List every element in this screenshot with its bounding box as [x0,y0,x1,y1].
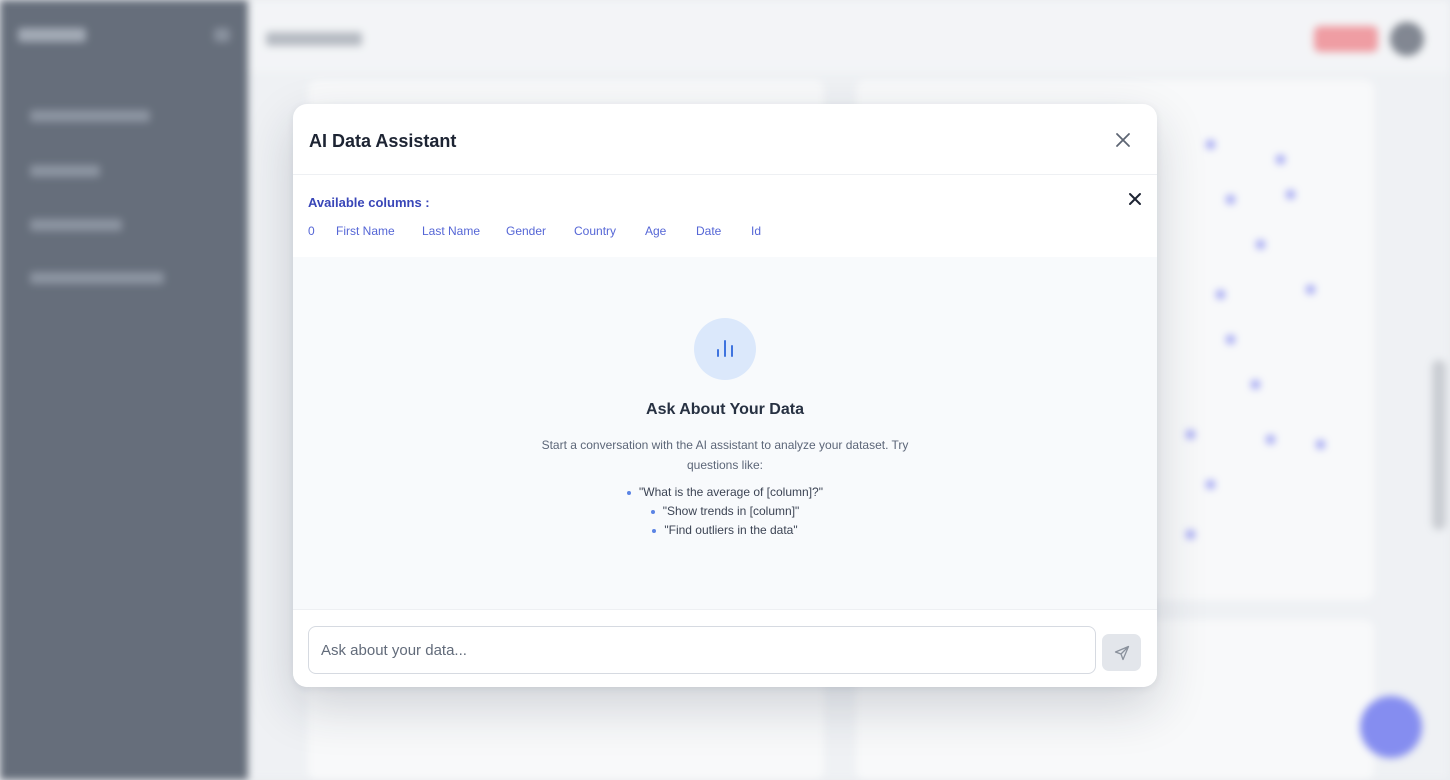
close-icon [1129,193,1141,205]
chat-input[interactable] [308,626,1096,674]
suggestion-text: "Find outliers in the data" [664,523,798,537]
column-chip[interactable]: Country [574,222,645,240]
ai-assistant-modal: AI Data Assistant Available columns : 0 … [293,104,1157,687]
close-modal-button[interactable] [1111,128,1135,152]
column-chip[interactable]: Id [751,222,771,240]
empty-state-description: Start a conversation with the AI assista… [541,438,909,472]
modal-header: AI Data Assistant [293,104,1157,175]
send-icon [1114,645,1130,661]
empty-state-title: Ask About Your Data [646,401,804,418]
send-button[interactable] [1102,634,1141,671]
available-columns-title: Available columns : [308,195,430,210]
suggestion-item: "What is the average of [column]?" [293,483,1157,502]
suggestion-text: "Show trends in [column]" [662,504,800,518]
column-chip[interactable]: 0 [308,222,336,240]
column-chip[interactable]: Last Name [422,222,506,240]
suggestion-text: "What is the average of [column]?" [639,485,823,499]
suggestion-list: "What is the average of [column]?" "Show… [293,483,1157,540]
chat-area: Ask About Your Data Start a conversation… [293,257,1157,609]
column-chip[interactable]: First Name [336,222,422,240]
column-chip[interactable]: Date [696,222,751,240]
modal-title: AI Data Assistant [309,131,457,151]
bar-chart-icon [717,340,733,357]
bullet-icon [627,490,632,495]
suggestion-item: "Show trends in [column]" [293,502,1157,521]
suggestion-item: "Find outliers in the data" [293,521,1157,540]
message-composer [293,609,1157,687]
column-chip[interactable]: Age [645,222,696,240]
close-icon [1116,133,1130,147]
available-columns-panel: Available columns : 0 First Name Last Na… [293,175,1157,257]
column-chip[interactable]: Gender [506,222,574,240]
column-list: 0 First Name Last Name Gender Country Ag… [308,222,771,240]
bullet-icon [652,528,657,533]
close-columns-button[interactable] [1127,191,1143,207]
bullet-icon [650,509,655,514]
empty-state-icon-circle [694,318,756,380]
